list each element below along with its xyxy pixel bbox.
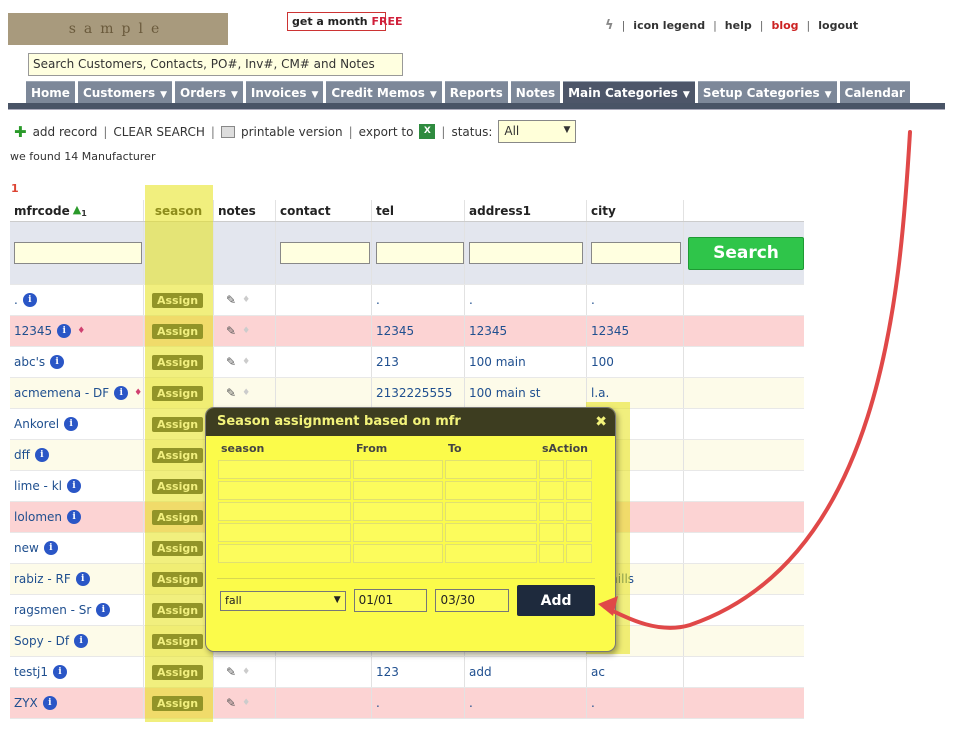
annotation-arrow [598,130,912,630]
